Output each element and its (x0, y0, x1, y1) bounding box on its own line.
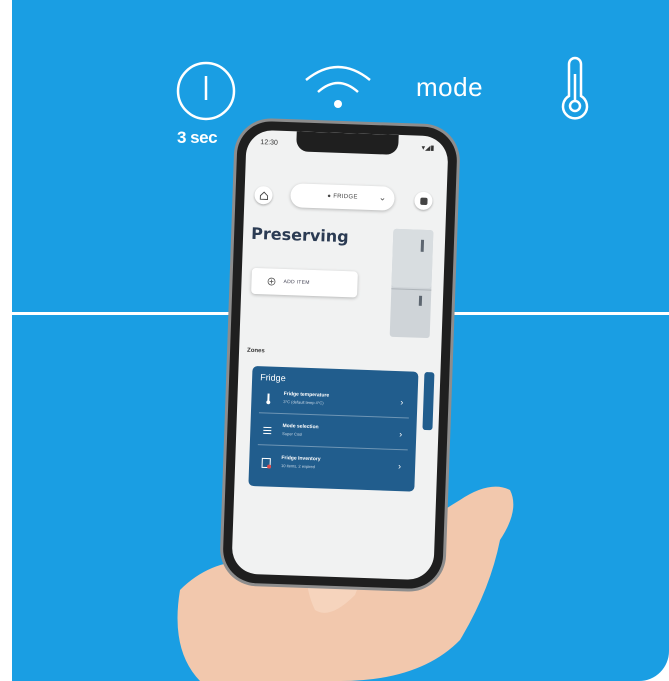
wifi-icon (305, 65, 371, 108)
add-icon (267, 277, 276, 286)
page-title: Preserving (250, 223, 349, 247)
menu-icon (263, 426, 272, 435)
add-item-label: ADD ITEM (283, 278, 310, 286)
chevron-right-icon: › (397, 461, 402, 472)
row-subtitle: 3°C (default temp 4°C) (283, 399, 324, 406)
row-title: Fridge temperature (283, 391, 330, 399)
chevron-down-icon: ⌄ (378, 192, 387, 203)
fridge-temperature-row[interactable]: Fridge temperature 3°C (default temp 4°C… (258, 386, 410, 419)
chevron-right-icon: › (399, 429, 403, 440)
power-hold-label: 3 sec (177, 128, 218, 147)
menu-button[interactable] (414, 191, 433, 211)
phone-notch (296, 131, 399, 155)
inventory-icon (261, 457, 272, 469)
mode-label: mode (416, 72, 484, 102)
row-subtitle: 10 items, 2 expired (281, 463, 315, 470)
power-icon (176, 61, 236, 121)
mode-selection-row[interactable]: Mode selection Super Cool › (257, 418, 409, 451)
home-icon (259, 191, 268, 200)
fridge-select-label: ● FRIDGE (327, 193, 358, 201)
thermometer-icon (561, 56, 589, 120)
chevron-right-icon: › (400, 397, 404, 408)
next-zone-card[interactable] (422, 371, 435, 431)
zone-title: Fridge (260, 372, 286, 384)
fridge-select[interactable]: ● FRIDGE ⌄ (290, 183, 395, 211)
fridge-image (389, 228, 434, 339)
row-subtitle: Super Cool (282, 431, 303, 437)
fridge-inventory-row[interactable]: Fridge Inventory 10 items, 2 expired › (257, 450, 408, 481)
add-item-button[interactable]: ADD ITEM (251, 267, 358, 298)
smartphone: 12:30 ▾◢▮ ● FRIDGE ⌄ Preserving ADD ITEM… (222, 120, 458, 590)
thermometer-icon (266, 393, 271, 405)
menu-icon (419, 197, 428, 205)
home-button[interactable] (254, 185, 273, 205)
fridge-zone-card: Fridge Fridge temperature 3°C (default t… (248, 365, 419, 492)
app-screen: 12:30 ▾◢▮ ● FRIDGE ⌄ Preserving ADD ITEM… (231, 129, 449, 581)
status-time: 12:30 (260, 139, 279, 147)
status-icons: ▾◢▮ (421, 144, 435, 153)
row-title: Mode selection (282, 423, 319, 431)
row-title: Fridge Inventory (281, 455, 321, 463)
zones-label: Zones (246, 347, 265, 355)
